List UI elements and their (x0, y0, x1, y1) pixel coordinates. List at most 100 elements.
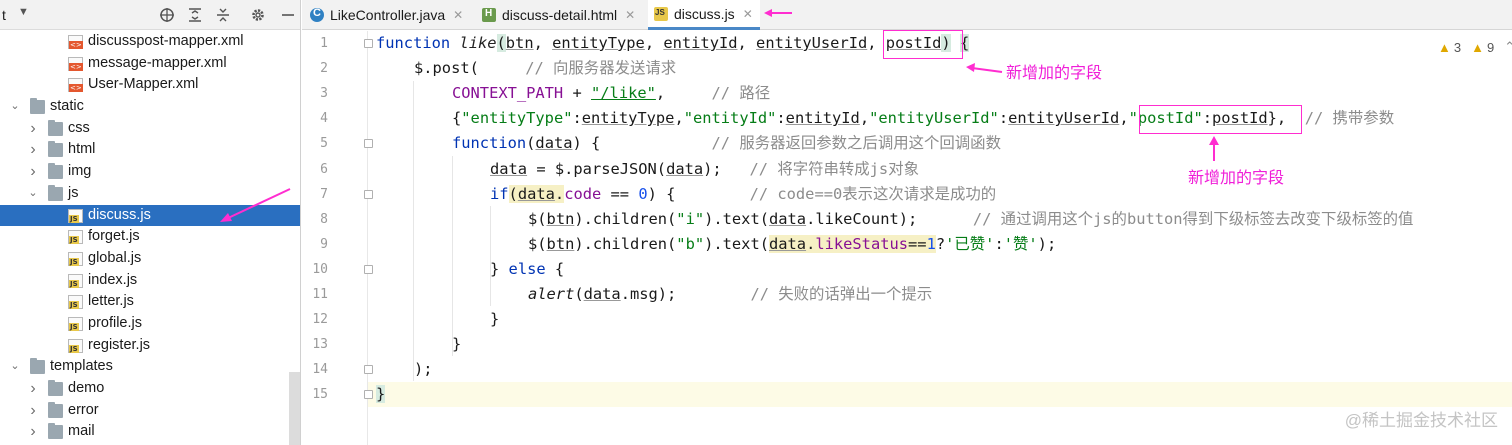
close-icon[interactable]: ✕ (625, 8, 635, 22)
fold-marker-icon[interactable] (364, 39, 373, 48)
xml-file-icon (68, 35, 83, 49)
js-file-icon (68, 251, 83, 266)
hide-panel-icon[interactable] (278, 5, 298, 25)
folder-icon (48, 184, 63, 201)
fold-marker-icon[interactable] (364, 365, 373, 375)
tree-item-label: User-Mapper.xml (88, 76, 199, 93)
java-class-icon (310, 7, 324, 22)
annotation-box-field (1139, 105, 1302, 134)
tree-item-img[interactable]: › img (0, 161, 300, 183)
gear-icon[interactable] (248, 5, 268, 25)
chevron-up-icon[interactable]: ⌃ (1504, 39, 1512, 55)
chevron-down-icon[interactable]: ⌄ (8, 96, 22, 118)
chevron-right-icon[interactable]: › (26, 400, 40, 422)
tree-item-forget-js[interactable]: forget.js (0, 226, 300, 248)
editor-tab-bar: LikeController.java ✕ discuss-detail.htm… (302, 0, 1512, 30)
js-file-icon (68, 316, 83, 331)
chevron-right-icon[interactable]: › (26, 139, 40, 161)
project-toolbar: t ▼ (0, 0, 300, 30)
chevron-right-icon[interactable]: › (26, 161, 40, 183)
code-line-10: } else { (490, 259, 565, 278)
project-view-label[interactable]: t (2, 7, 6, 23)
annotation-arrow-icon (220, 188, 291, 222)
fold-marker-icon[interactable] (364, 189, 373, 199)
warning-icon: ▲ (1438, 39, 1451, 55)
js-file-icon (654, 6, 668, 21)
chevron-down-icon[interactable]: ⌄ (26, 183, 40, 205)
line-number: 3 (320, 86, 328, 102)
project-tree: discusspost-mapper.xml message-mapper.xml… (0, 31, 300, 443)
collapse-all-icon[interactable] (213, 5, 233, 25)
folder-icon (48, 380, 63, 396)
warning-count: 3 (1453, 39, 1462, 55)
tree-item-error[interactable]: › error (0, 400, 300, 422)
code-line-11: alert(data.msg); // 失败的话弹出一个提示 (528, 285, 933, 303)
tree-item-global-js[interactable]: global.js (0, 248, 300, 270)
xml-file-icon (68, 78, 83, 93)
tree-item-letter-js[interactable]: letter.js (0, 291, 300, 313)
tree-item-demo[interactable]: › demo (0, 378, 300, 400)
tree-item-label: html (68, 141, 96, 158)
tree-item-mail[interactable]: › mail (0, 421, 300, 443)
expand-all-icon[interactable] (185, 5, 205, 25)
tree-item-label: templates (50, 358, 113, 375)
fold-marker-icon[interactable] (364, 264, 373, 274)
chevron-down-icon[interactable]: ▼ (18, 6, 29, 18)
tree-item-static[interactable]: ⌄ static (0, 96, 300, 118)
tree-item-label: letter.js (88, 293, 134, 310)
js-file-icon (68, 208, 83, 223)
code-line-6: data = $.parseJSON(data); // 将字符串转成js对象 (490, 159, 919, 178)
chevron-right-icon[interactable]: › (26, 421, 40, 443)
tab-discuss-js[interactable]: discuss.js ✕ (648, 0, 760, 30)
fold-marker-icon[interactable] (364, 390, 373, 400)
chevron-right-icon[interactable]: › (26, 378, 40, 400)
tree-item-profile-js[interactable]: profile.js (0, 313, 300, 335)
code-line-12: } (490, 310, 500, 329)
tree-item-css[interactable]: › css (0, 118, 300, 140)
tree-item-register-js[interactable]: register.js (0, 335, 300, 357)
code-line-7: if(data.code == 0) { // code==0表示这次请求是成功… (490, 184, 997, 203)
code-editor[interactable]: 1 2 3 4 5 6 7 8 9 10 11 12 13 14 15 function like(btn,… (302, 30, 1512, 445)
xml-file-icon (68, 56, 83, 71)
line-number: 8 (320, 211, 328, 227)
tree-item-label: img (68, 163, 92, 180)
inspection-widget[interactable]: ▲ 3 ▲ 9 ⌃ ⌄ (1438, 39, 1512, 55)
indent-guide (452, 156, 453, 356)
fold-marker-icon[interactable] (364, 139, 373, 149)
line-number: 6 (320, 161, 328, 177)
tree-item-index-js[interactable]: index.js (0, 270, 300, 292)
line-number: 4 (320, 111, 328, 127)
tree-item-html[interactable]: › html (0, 139, 300, 161)
annotation-label-param: 新增加的字段 (1006, 65, 1103, 82)
code-line-5: function(data) { // 服务器返回参数之后调用这个回调函数 (452, 134, 1001, 153)
folder-icon (48, 423, 63, 440)
code-line-9: $(btn).children("b").text(data.likeStatu… (528, 234, 1057, 253)
folder-icon (30, 98, 45, 115)
tab-like-controller[interactable]: LikeController.java ✕ (310, 0, 480, 30)
tree-item-user-mapper-xml[interactable]: User-Mapper.xml (0, 74, 300, 96)
code-line-15: } (376, 385, 386, 404)
tab-label: LikeController.java (330, 7, 446, 23)
tree-item-discusspost-mapper-xml[interactable]: discusspost-mapper.xml (0, 31, 300, 53)
tab-label: discuss-detail.html (502, 7, 618, 23)
code-line-13: } (452, 335, 462, 354)
tree-item-message-mapper-xml[interactable]: message-mapper.xml (0, 53, 300, 75)
code-line-1: function like(btn, entityType, entityId,… (376, 34, 970, 52)
chevron-right-icon[interactable]: › (26, 118, 40, 140)
chevron-down-icon[interactable]: ⌄ (8, 356, 22, 378)
tree-scrollbar[interactable] (289, 372, 300, 445)
folder-icon (48, 119, 63, 136)
tree-item-templates[interactable]: ⌄ templates (0, 356, 300, 378)
folder-icon (48, 141, 63, 158)
weak-warning-icon: ▲ (1471, 39, 1484, 55)
close-icon[interactable]: ✕ (453, 8, 463, 22)
annotation-arrow-icon (966, 63, 1003, 73)
tab-discuss-detail[interactable]: discuss-detail.html ✕ (482, 0, 647, 30)
line-number: 10 (312, 261, 328, 277)
locate-icon[interactable] (157, 5, 177, 25)
js-file-icon (68, 338, 83, 353)
close-icon[interactable]: ✕ (743, 7, 753, 21)
tree-item-label: discuss.js (88, 206, 151, 223)
js-file-icon (68, 230, 83, 245)
line-number: 1 (320, 36, 328, 51)
